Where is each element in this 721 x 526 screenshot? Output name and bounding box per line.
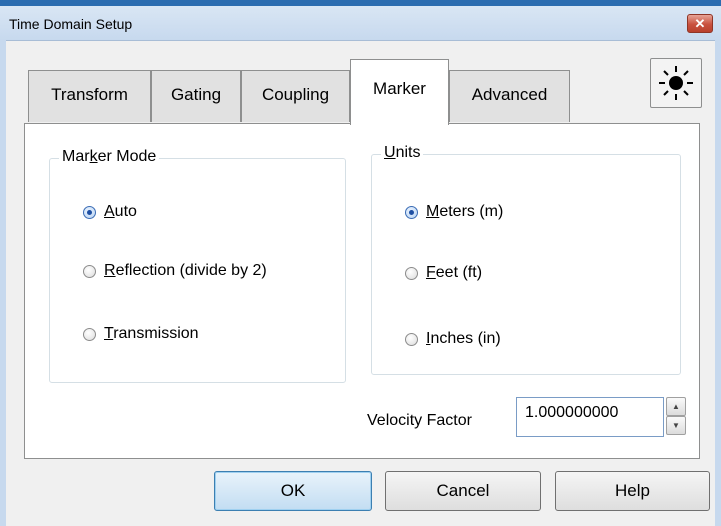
radio-label: Feet (ft) <box>426 264 483 281</box>
spin-down-button[interactable]: ▼ <box>666 416 686 435</box>
tab-label: Coupling <box>261 85 330 104</box>
tab-coupling[interactable]: Coupling <box>241 70 350 122</box>
tab-marker[interactable]: Marker <box>350 59 449 125</box>
radio-transmission[interactable]: Transmission <box>83 325 199 343</box>
tab-gating[interactable]: Gating <box>151 70 241 122</box>
close-button[interactable]: ✕ <box>687 14 713 33</box>
velocity-factor-label: Velocity Factor <box>367 412 472 429</box>
help-button[interactable]: Help <box>555 471 710 511</box>
window-title: Time Domain Setup <box>9 16 133 32</box>
marker-mode-group: Marker Mode Auto Reflection (divide by 2… <box>49 148 346 383</box>
radio-feet[interactable]: Feet (ft) <box>405 264 482 282</box>
velocity-spinner[interactable]: ▲ ▼ <box>664 397 692 437</box>
radio-button[interactable] <box>83 264 96 278</box>
cancel-button[interactable]: Cancel <box>385 471 541 511</box>
radio-button[interactable] <box>405 266 418 280</box>
tab-transform[interactable]: Transform <box>28 70 151 122</box>
ok-button[interactable]: OK <box>214 471 372 511</box>
radio-reflection[interactable]: Reflection (divide by 2) <box>83 262 267 280</box>
tab-label: Gating <box>170 85 222 104</box>
radio-meters[interactable]: Meters (m) <box>405 203 503 221</box>
marker-mode-label: Marker Mode <box>59 148 160 166</box>
units-label: Units <box>381 144 424 162</box>
sun-icon <box>659 66 693 100</box>
spin-up-button[interactable]: ▲ <box>666 397 686 416</box>
tab-label: Marker <box>373 79 426 98</box>
radio-label: Reflection (divide by 2) <box>104 262 267 279</box>
radio-button[interactable] <box>83 327 96 341</box>
radio-label: Auto <box>104 203 137 220</box>
close-icon: ✕ <box>694 16 706 31</box>
tab-label: Transform <box>51 85 128 104</box>
radio-label: Inches (in) <box>426 330 501 347</box>
title-bar: Time Domain Setup ✕ <box>0 6 721 41</box>
radio-button[interactable] <box>405 205 418 219</box>
velocity-factor-input[interactable]: 1.000000000 <box>516 397 664 437</box>
window-frame-left <box>0 40 6 526</box>
sun-button[interactable] <box>650 58 702 108</box>
radio-inches[interactable]: Inches (in) <box>405 330 501 348</box>
radio-button[interactable] <box>405 332 418 346</box>
units-group: Units Meters (m) Feet (ft) Inches (in) <box>371 144 681 375</box>
radio-label: Transmission <box>104 325 199 342</box>
tab-advanced[interactable]: Advanced <box>449 70 570 122</box>
radio-label: Meters (m) <box>426 203 504 220</box>
radio-button[interactable] <box>83 205 96 219</box>
radio-auto[interactable]: Auto <box>83 203 137 221</box>
tab-label: Advanced <box>471 85 548 104</box>
window-frame-right <box>715 40 721 526</box>
